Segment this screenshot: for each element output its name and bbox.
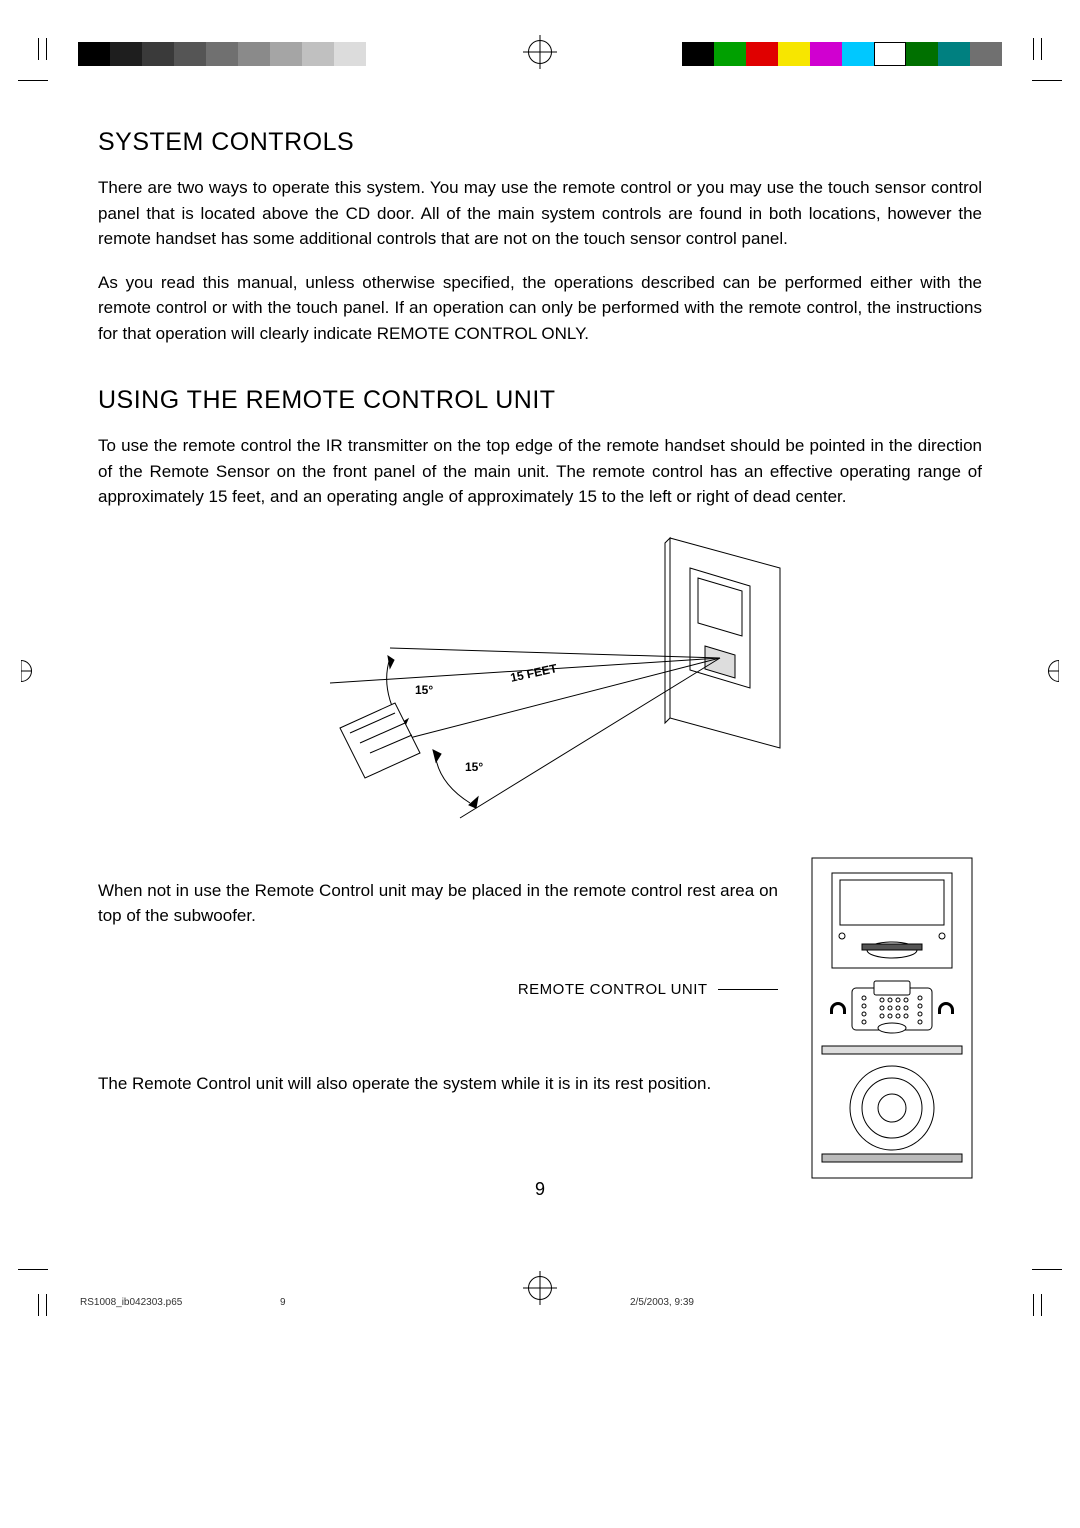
crop-mark (18, 80, 48, 81)
callout-remote-control-unit: REMOTE CONTROL UNIT (518, 981, 708, 998)
body-paragraph: When not in use the Remote Control unit … (98, 878, 778, 929)
document-page: SYSTEM CONTROLS There are two ways to op… (0, 0, 1080, 1528)
page-content: SYSTEM CONTROLS There are two ways to op… (98, 128, 982, 1208)
registration-mark-icon (10, 660, 32, 682)
body-paragraph: The Remote Control unit will also operat… (98, 1071, 778, 1097)
crop-mark (1032, 80, 1062, 81)
registration-mark-icon (528, 40, 552, 64)
body-paragraph: As you read this manual, unless otherwis… (98, 270, 982, 347)
diagram-angle-lower: 15° (465, 760, 483, 774)
remote-range-diagram: 15° 15° 15 FEET (220, 528, 860, 848)
registration-mark-icon (1048, 660, 1070, 682)
diagram-angle-upper: 15° (415, 683, 433, 697)
callout-line (718, 989, 778, 990)
crop-mark (46, 38, 76, 68)
crop-mark (18, 1269, 48, 1270)
greyscale-bar (78, 42, 366, 66)
body-paragraph: To use the remote control the IR transmi… (98, 433, 982, 510)
page-number: 9 (98, 1179, 982, 1200)
crop-mark (1032, 1269, 1062, 1270)
color-bar (682, 42, 1002, 66)
print-footer: RS1008_ib042303.p65 9 2/5/2003, 9:39 (80, 1297, 1000, 1308)
remote-rest-section: When not in use the Remote Control unit … (98, 868, 982, 1193)
crop-mark (1004, 1286, 1034, 1316)
crop-mark (1004, 38, 1034, 68)
heading-system-controls: SYSTEM CONTROLS (98, 128, 982, 157)
body-paragraph: There are two ways to operate this syste… (98, 175, 982, 252)
crop-mark (46, 1286, 76, 1316)
footer-filename: RS1008_ib042303.p65 (80, 1297, 280, 1308)
footer-timestamp: 2/5/2003, 9:39 (540, 1297, 1000, 1308)
subwoofer-illustration (802, 848, 982, 1188)
heading-using-remote: USING THE REMOTE CONTROL UNIT (98, 386, 982, 415)
footer-page: 9 (280, 1297, 540, 1308)
